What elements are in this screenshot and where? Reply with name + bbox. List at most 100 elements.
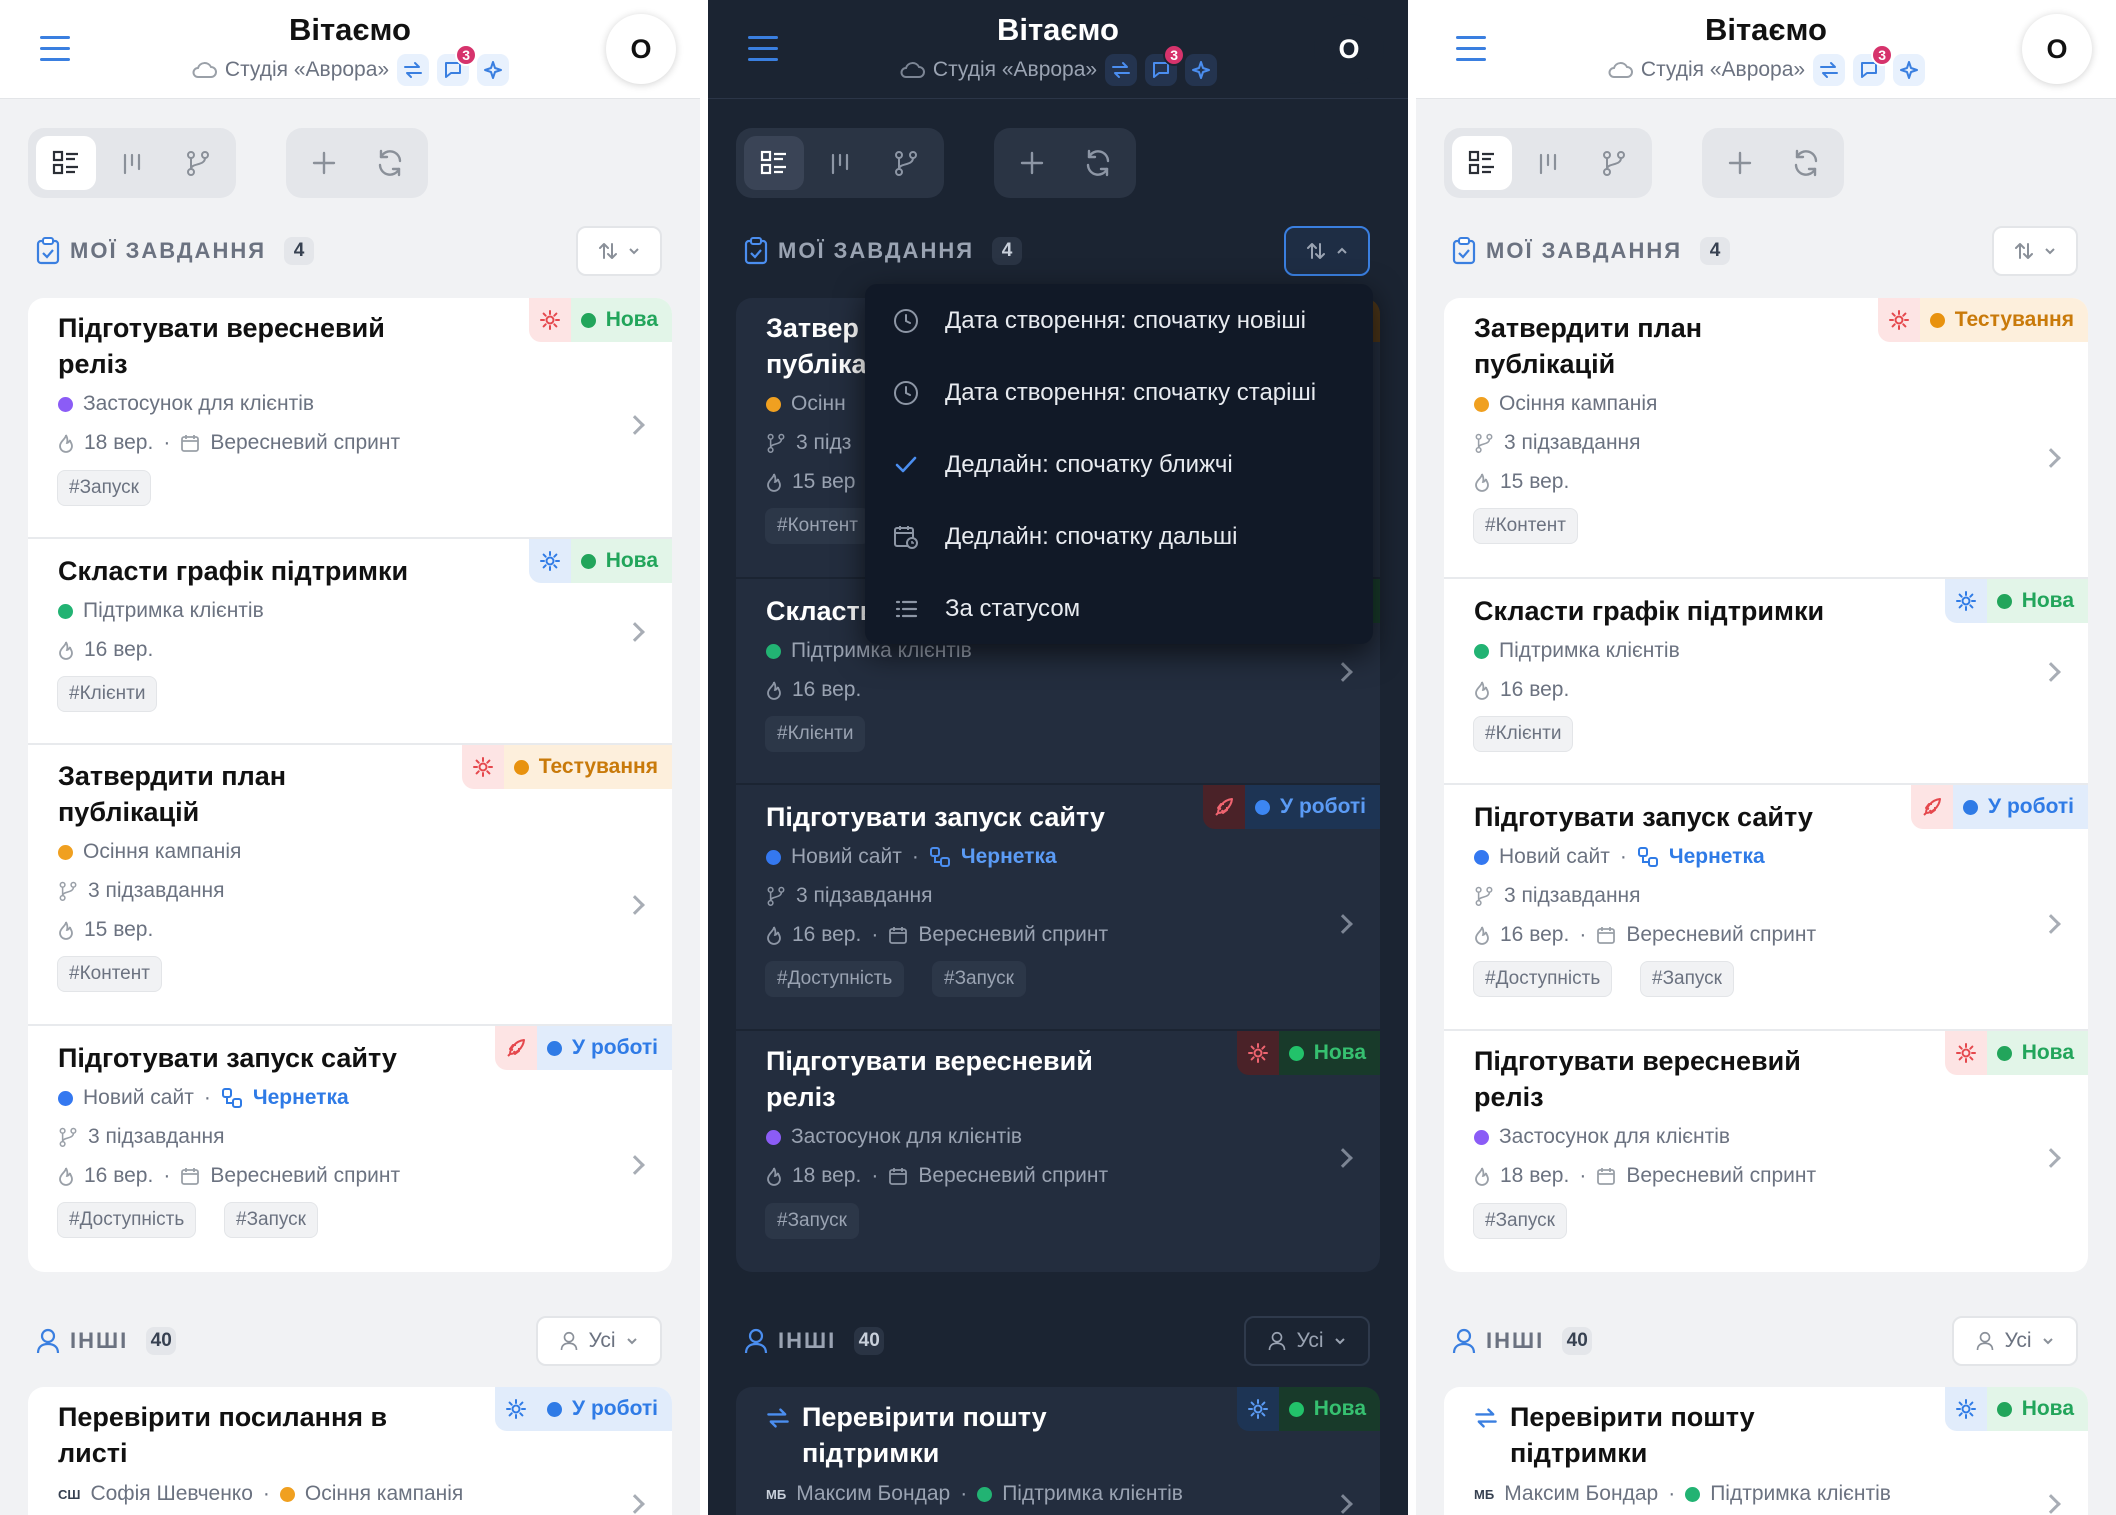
messages-button[interactable]: 3 <box>1145 44 1186 86</box>
status-tag: Нова <box>528 539 672 583</box>
task-card-plan[interactable]: Тестування Затвердити план публікацій Осі… <box>1444 298 2088 579</box>
chevron-down-icon <box>2042 1338 2053 1345</box>
tag-pill[interactable]: #Доступність <box>765 961 905 997</box>
list-view-button[interactable] <box>1452 136 1512 190</box>
studio-selector[interactable]: Студія «Аврора» 3 <box>1416 44 2116 86</box>
avatar[interactable]: О <box>2022 14 2092 84</box>
refresh-button[interactable] <box>1068 136 1128 190</box>
refresh-button[interactable] <box>1776 136 1836 190</box>
studio-selector[interactable]: Студія «Аврора» 3 <box>0 44 700 86</box>
add-task-button[interactable] <box>1002 136 1062 190</box>
actions-toolbar <box>286 128 428 198</box>
filter-button[interactable]: Усі <box>1244 1316 1370 1366</box>
ai-button[interactable] <box>477 54 510 86</box>
task-card-mail[interactable]: Нова Перевірити пошту підтримки МБ Максим … <box>1444 1387 2088 1515</box>
tag-pill[interactable]: #Запуск <box>932 961 1026 997</box>
task-project: Новий сайт · Чернетка <box>766 845 1057 869</box>
tree-view-button[interactable] <box>168 136 228 190</box>
messages-button[interactable]: 3 <box>437 44 478 86</box>
refresh-icon <box>1086 149 1110 177</box>
filter-label: Усі <box>588 1329 616 1352</box>
task-card-release[interactable]: Нова Підготувати вересневий реліз Застосу… <box>736 1031 1380 1272</box>
tag-pill[interactable]: #Клієнти <box>57 676 158 712</box>
list-view-button[interactable] <box>36 136 96 190</box>
ai-button[interactable] <box>1185 54 1218 86</box>
tag-pill[interactable]: #Доступність <box>57 1202 197 1238</box>
refresh-button[interactable] <box>360 136 420 190</box>
list-view-button[interactable] <box>744 136 804 190</box>
status-tag: У роботі <box>1203 785 1380 829</box>
tag-pill[interactable]: #Запуск <box>765 1203 859 1239</box>
task-card-links[interactable]: У роботі Перевірити посилання в листі СШ С… <box>28 1387 672 1515</box>
status-label: У роботі <box>1988 795 2074 818</box>
task-subtasks: 3 підз <box>766 431 851 455</box>
calendar-icon <box>1597 927 1616 944</box>
tag-pill[interactable]: #Запуск <box>57 470 151 506</box>
sync-button[interactable] <box>1105 54 1138 86</box>
calendar-clock-icon <box>894 526 918 549</box>
task-meta: 18 вер. · Вересневий спринт <box>58 431 400 455</box>
sort-button[interactable] <box>1992 226 2078 276</box>
tag-pill[interactable]: #Клієнти <box>1473 716 1574 752</box>
task-card-support[interactable]: Нова Скласти графік підтримки Підтримка … <box>1444 579 2088 785</box>
tag-pill[interactable]: #Запуск <box>224 1202 318 1238</box>
task-subtasks: 3 підзавдання <box>766 884 933 908</box>
sort-option-created-newest[interactable]: Дата створення: спочатку новіші <box>891 296 1306 346</box>
messages-button[interactable]: 3 <box>1853 44 1894 86</box>
section-count: 40 <box>1562 1327 1593 1355</box>
tag-pill[interactable]: #Клієнти <box>765 716 866 752</box>
task-card-plan[interactable]: Тестування Затвердити план публікацій Осі… <box>28 745 672 1026</box>
board-view-button[interactable] <box>810 136 870 190</box>
tag-pill[interactable]: #Доступність <box>1473 961 1613 997</box>
studio-name: Студія «Аврора» <box>932 58 1098 81</box>
task-subtasks: 3 підзавдання <box>1474 884 1641 908</box>
sort-button[interactable] <box>1284 226 1370 276</box>
sort-button[interactable] <box>576 226 662 276</box>
tag-pill[interactable]: #Запуск <box>1640 961 1734 997</box>
board-view-button[interactable] <box>1518 136 1578 190</box>
sort-option-created-oldest[interactable]: Дата створення: спочатку старіші <box>891 368 1316 418</box>
section-title: МОЇ ЗАВДАННЯ <box>778 238 975 263</box>
task-card-release[interactable]: Нова Підготувати вересневий реліз Застосу… <box>28 298 672 539</box>
tree-view-button[interactable] <box>876 136 936 190</box>
sort-option-status[interactable]: За статусом <box>891 584 1080 634</box>
sort-option-deadline-farthest[interactable]: Дедлайн: спочатку дальші <box>891 512 1237 562</box>
ai-button[interactable] <box>1893 54 1926 86</box>
task-meta: 18 вер. · Вересневий спринт <box>766 1164 1108 1188</box>
add-task-button[interactable] <box>294 136 354 190</box>
task-card-site[interactable]: У роботі Підготувати запуск сайту Новий … <box>1444 785 2088 1031</box>
filter-button[interactable]: Усі <box>1952 1316 2078 1366</box>
sort-option-deadline-nearest[interactable]: Дедлайн: спочатку ближчі <box>891 440 1233 490</box>
calendar-icon <box>889 1168 908 1185</box>
filter-button[interactable]: Усі <box>536 1316 662 1366</box>
branch-icon <box>895 151 917 176</box>
columns-icon <box>123 153 141 175</box>
tree-view-button[interactable] <box>1584 136 1644 190</box>
add-task-button[interactable] <box>1710 136 1770 190</box>
task-card-mail[interactable]: Нова Перевірити пошту підтримки МБ Максим … <box>736 1387 1380 1515</box>
rocket-icon <box>1203 785 1246 829</box>
sync-button[interactable] <box>397 54 430 86</box>
chevron-right-icon <box>2041 914 2061 934</box>
task-meta: 18 вер. · Вересневий спринт <box>1474 1164 1816 1188</box>
task-card-support[interactable]: Нова Скласти графік підтримки Підтримка … <box>28 539 672 745</box>
messages-badge: 3 <box>455 44 478 66</box>
task-card-site[interactable]: У роботі Підготувати запуск сайту Новий … <box>736 785 1380 1031</box>
task-card-release[interactable]: Нова Підготувати вересневий реліз Застосу… <box>1444 1031 2088 1272</box>
studio-selector[interactable]: Студія «Аврора» 3 <box>708 44 1408 86</box>
task-meta: 16 вер. · Вересневий спринт <box>766 923 1108 947</box>
section-title: ІНШІ <box>70 1328 129 1353</box>
tag-pill[interactable]: #Контент <box>57 956 162 992</box>
sync-button[interactable] <box>1813 54 1846 86</box>
tag-pill[interactable]: #Контент <box>765 508 870 544</box>
list-icon <box>895 600 918 618</box>
avatar[interactable]: О <box>1314 14 1384 84</box>
status-tag: Нова <box>1236 1387 1380 1431</box>
board-view-button[interactable] <box>102 136 162 190</box>
chevron-right-icon <box>2041 1148 2061 1168</box>
tag-pill[interactable]: #Контент <box>1473 508 1578 544</box>
task-card-site[interactable]: У роботі Підготувати запуск сайту Новий … <box>28 1026 672 1272</box>
tag-pill[interactable]: #Запуск <box>1473 1203 1567 1239</box>
filter-label: Усі <box>1296 1329 1324 1352</box>
avatar[interactable]: О <box>606 14 676 84</box>
